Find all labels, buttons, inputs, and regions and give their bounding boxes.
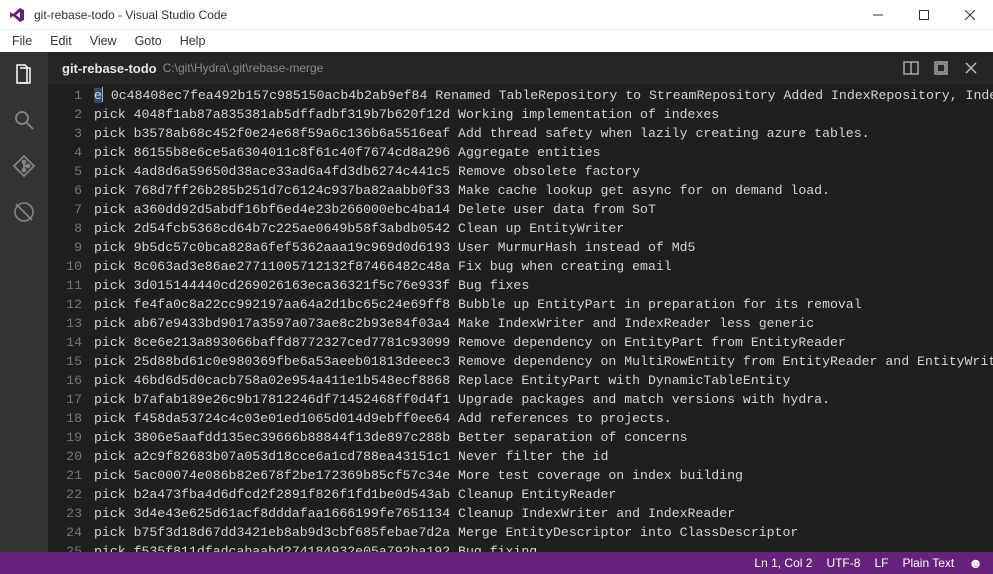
status-position[interactable]: Ln 1, Col 2 bbox=[754, 556, 812, 570]
gutter: 1234567891011121314151617181920212223242… bbox=[48, 84, 94, 552]
titlebar: git-rebase-todo - Visual Studio Code bbox=[0, 0, 993, 30]
main-area: git-rebase-todo C:\git\Hydra\.git\rebase… bbox=[0, 52, 993, 552]
menu-edit[interactable]: Edit bbox=[42, 32, 80, 50]
statusbar: Ln 1, Col 2 UTF-8 LF Plain Text ☻ bbox=[0, 552, 993, 574]
close-editor-icon[interactable] bbox=[963, 60, 979, 76]
feedback-icon[interactable]: ☻ bbox=[968, 555, 983, 571]
code-content[interactable]: e 0c48408ec7fea492b157c985150acb4b2ab9ef… bbox=[94, 84, 993, 552]
editor-tab-bar: git-rebase-todo C:\git\Hydra\.git\rebase… bbox=[48, 52, 993, 84]
tab-path: C:\git\Hydra\.git\rebase-merge bbox=[163, 61, 324, 75]
menu-goto[interactable]: Goto bbox=[127, 32, 170, 50]
status-language[interactable]: Plain Text bbox=[902, 556, 954, 570]
close-button[interactable] bbox=[947, 0, 993, 29]
maximize-button[interactable] bbox=[901, 0, 947, 29]
more-actions-icon[interactable] bbox=[933, 60, 949, 76]
menu-help[interactable]: Help bbox=[172, 32, 214, 50]
window-title: git-rebase-todo - Visual Studio Code bbox=[34, 8, 227, 22]
menu-file[interactable]: File bbox=[4, 32, 40, 50]
status-encoding[interactable]: UTF-8 bbox=[826, 556, 860, 570]
editor-body[interactable]: 1234567891011121314151617181920212223242… bbox=[48, 84, 993, 552]
status-eol[interactable]: LF bbox=[874, 556, 888, 570]
explorer-icon[interactable] bbox=[10, 60, 38, 88]
editor-group: git-rebase-todo C:\git\Hydra\.git\rebase… bbox=[48, 52, 993, 552]
activity-bar bbox=[0, 52, 48, 552]
git-icon[interactable] bbox=[10, 152, 38, 180]
window-controls bbox=[855, 0, 993, 29]
split-editor-icon[interactable] bbox=[903, 60, 919, 76]
tab-title[interactable]: git-rebase-todo bbox=[62, 61, 157, 76]
vs-logo-icon bbox=[8, 6, 26, 24]
debug-icon[interactable] bbox=[10, 198, 38, 226]
minimize-button[interactable] bbox=[855, 0, 901, 29]
search-icon[interactable] bbox=[10, 106, 38, 134]
menubar: File Edit View Goto Help bbox=[0, 30, 993, 52]
menu-view[interactable]: View bbox=[82, 32, 125, 50]
